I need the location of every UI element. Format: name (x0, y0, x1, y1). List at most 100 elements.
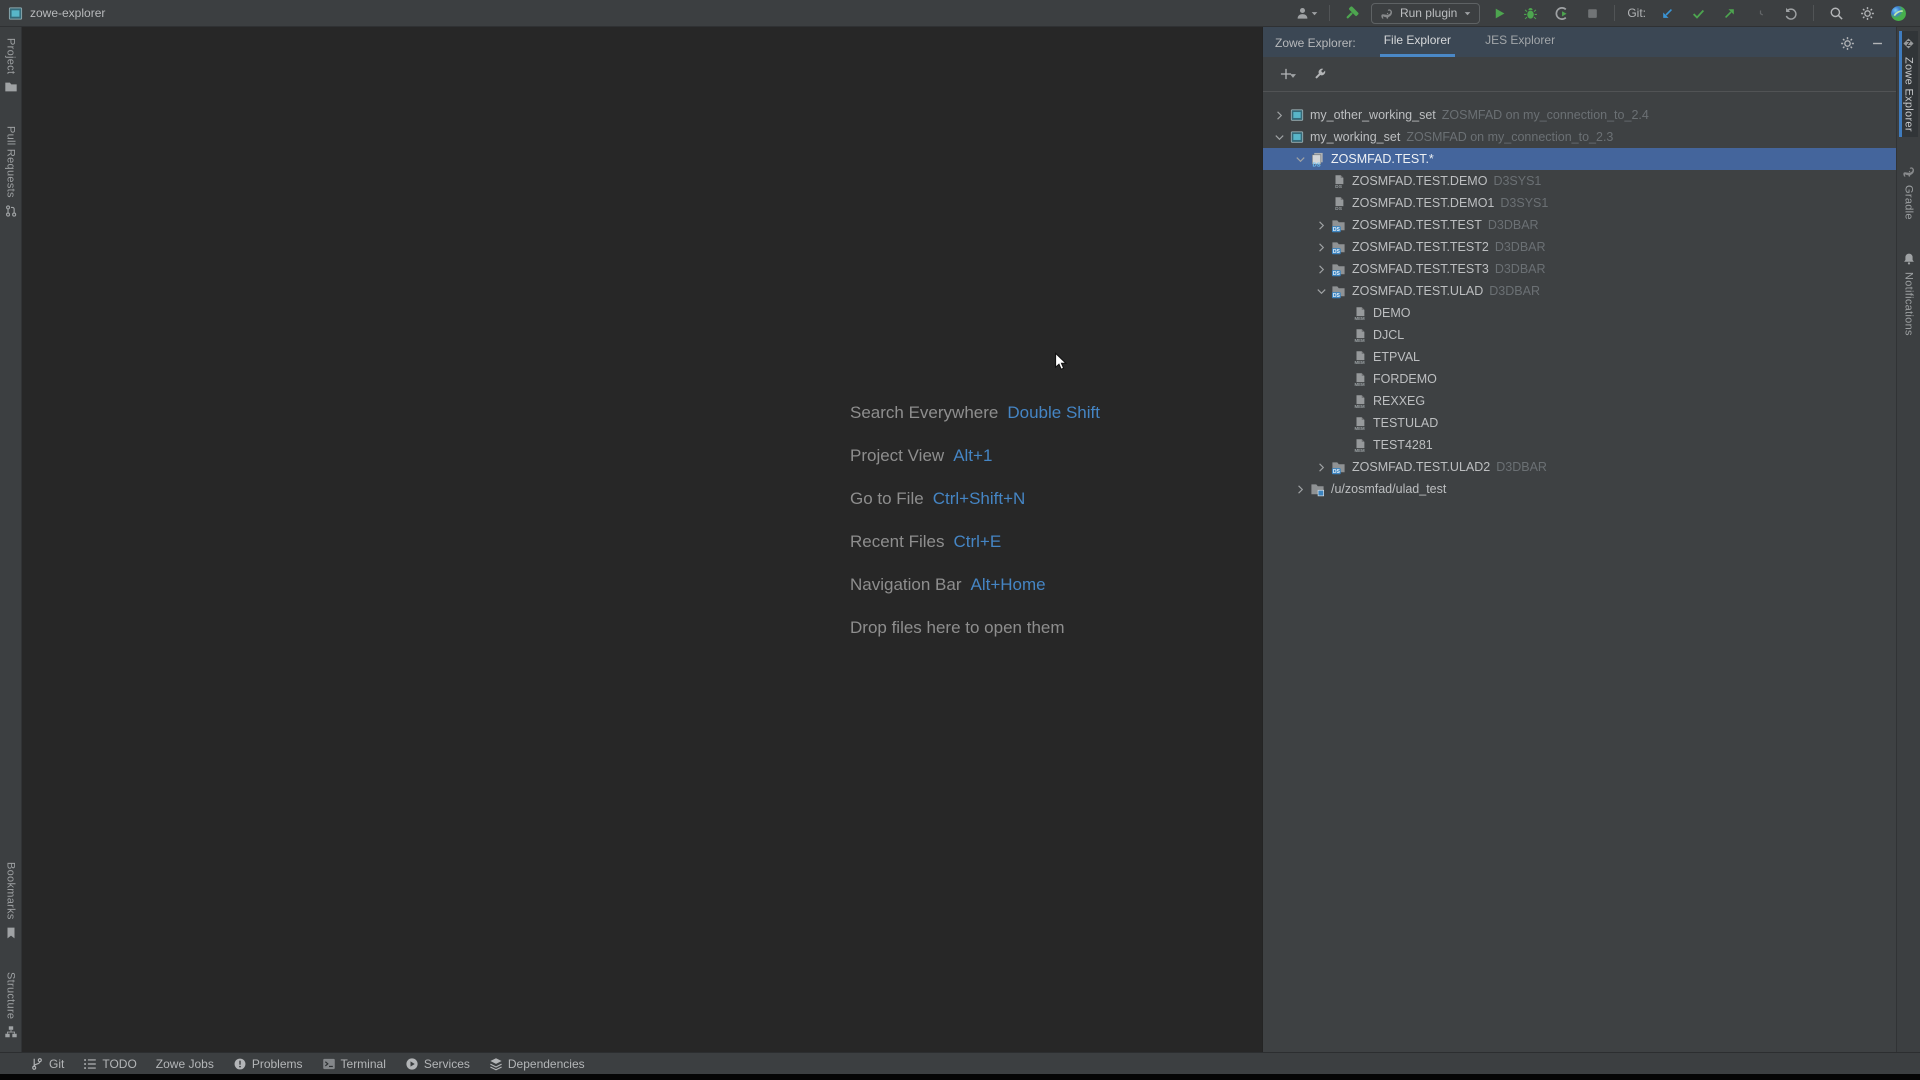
mouse-cursor (1052, 352, 1070, 375)
tree-row-etpval[interactable]: MEMETPVAL (1263, 346, 1896, 368)
member-icon: MEM (1351, 394, 1368, 409)
tree-row-zosmfad-test-demo1[interactable]: DSZOSMFAD.TEST.DEMO1D3SYS1 (1263, 192, 1896, 214)
shortcut-hint-line: Drop files here to open them (850, 606, 1100, 649)
tree-row-zosmfad-test-ulad2[interactable]: DSZOSMFAD.TEST.ULAD2D3DBAR (1263, 456, 1896, 478)
tree-row-test4281[interactable]: MEMTEST4281 (1263, 434, 1896, 456)
chevron-down-icon[interactable] (1313, 286, 1330, 297)
history-button[interactable] (1748, 2, 1772, 24)
node-label: ZOSMFAD.TEST.TEST (1352, 218, 1482, 232)
node-label: ZOSMFAD.TEST.DEMO1 (1352, 196, 1494, 210)
tree-row-zosmfad-test-test2[interactable]: DSZOSMFAD.TEST.TEST2D3DBAR (1263, 236, 1896, 258)
statusbar-item-services[interactable]: Services (405, 1057, 470, 1071)
tree-row-my-working-set[interactable]: my_working_setZOSMFAD on my_connection_t… (1263, 126, 1896, 148)
debug-button[interactable] (1518, 2, 1542, 24)
chevron-right-icon[interactable] (1313, 220, 1330, 231)
commit-button[interactable] (1686, 2, 1710, 24)
stripe-item-bookmarks[interactable]: Bookmarks (2, 857, 20, 945)
run-button[interactable] (1487, 2, 1511, 24)
tree-row-zosmfad-test-[interactable]: DSZOSMFAD.TEST.* (1263, 148, 1896, 170)
statusbar-item-zowe-jobs[interactable]: Zowe Jobs (156, 1057, 214, 1071)
ps-dataset-icon: DS (1330, 174, 1347, 189)
gradle-icon (1379, 6, 1394, 21)
run-configuration-combo[interactable]: Run plugin (1371, 3, 1480, 24)
chevron-down-icon[interactable] (1271, 132, 1288, 143)
add-working-set-button[interactable] (1275, 63, 1297, 85)
shortcut-keys: Double Shift (1007, 403, 1100, 423)
right-tool-stripe: ZZowe Explorer Gradle Notifications (1896, 27, 1920, 1052)
svg-text:MEM: MEM (1354, 448, 1365, 453)
svg-text:DS: DS (1333, 270, 1341, 276)
update-project-button[interactable] (1655, 2, 1679, 24)
tree-row-my-other-working-set[interactable]: my_other_working_setZOSMFAD on my_connec… (1263, 104, 1896, 126)
tree-row-zosmfad-test-ulad[interactable]: DSZOSMFAD.TEST.ULADD3DBAR (1263, 280, 1896, 302)
user-menu-button[interactable] (1295, 2, 1319, 24)
tree-row-zosmfad-test-demo[interactable]: DSZOSMFAD.TEST.DEMOD3SYS1 (1263, 170, 1896, 192)
uss-dir-icon (1309, 482, 1326, 497)
shortcut-hint-line: Go to FileCtrl+Shift+N (850, 477, 1100, 520)
node-label: TESTULAD (1373, 416, 1438, 430)
stripe-item-pull-requests[interactable]: Pull Requests (2, 121, 20, 223)
tree-row-fordemo[interactable]: MEMFORDEMO (1263, 368, 1896, 390)
stripe-item-structure[interactable]: Structure (2, 967, 20, 1044)
stripe-item-zowe-explorer[interactable]: ZZowe Explorer (1899, 31, 1918, 137)
svg-text:MEM: MEM (1354, 404, 1365, 409)
stripe-item-label: Structure (5, 972, 17, 1019)
tab-file-explorer[interactable]: File Explorer (1380, 33, 1455, 57)
chevron-down-icon[interactable] (1292, 154, 1309, 165)
zowe-explorer-panel: Zowe Explorer: File ExplorerJES Explorer… (1262, 27, 1896, 1052)
chevron-right-icon[interactable] (1292, 484, 1309, 495)
statusbar-item-label: Terminal (341, 1057, 386, 1071)
tree-row-djcl[interactable]: MEMDJCL (1263, 324, 1896, 346)
shortcut-action: Drop files here to open them (850, 618, 1065, 638)
statusbar-item-todo[interactable]: TODO (83, 1057, 136, 1071)
search-everywhere-button[interactable] (1824, 2, 1848, 24)
tree-row--u-zosmfad-ulad-test[interactable]: /u/zosmfad/ulad_test (1263, 478, 1896, 500)
node-meta: ZOSMFAD on my_connection_to_2.3 (1406, 130, 1613, 144)
panel-hide-button[interactable] (1871, 37, 1884, 50)
stop-button[interactable] (1580, 2, 1604, 24)
pds-folder-icon: DS (1330, 284, 1347, 299)
ps-dataset-icon: DS (1330, 196, 1347, 211)
history-icon (1753, 6, 1768, 21)
pds-folder-icon: DS (1330, 460, 1347, 475)
tree-row-zosmfad-test-test3[interactable]: DSZOSMFAD.TEST.TEST3D3DBAR (1263, 258, 1896, 280)
statusbar-item-git[interactable]: Git (30, 1057, 64, 1071)
build-button[interactable] (1340, 2, 1364, 24)
statusbar-item-label: Dependencies (508, 1057, 585, 1071)
statusbar-item-problems[interactable]: Problems (233, 1057, 303, 1071)
problems-icon (233, 1057, 247, 1071)
chevron-right-icon[interactable] (1313, 462, 1330, 473)
tree-row-testulad[interactable]: MEMTESTULAD (1263, 412, 1896, 434)
stripe-item-project[interactable]: Project (2, 33, 20, 99)
node-label: /u/zosmfad/ulad_test (1331, 482, 1446, 496)
push-button[interactable] (1717, 2, 1741, 24)
edit-working-set-button[interactable] (1309, 63, 1331, 85)
ide-avatar-button[interactable] (1886, 2, 1910, 24)
chevron-right-icon[interactable] (1271, 110, 1288, 121)
statusbar-item-label: Problems (252, 1057, 303, 1071)
tree-row-rexxeg[interactable]: MEMREXXEG (1263, 390, 1896, 412)
shortcut-hint-line: Recent FilesCtrl+E (850, 520, 1100, 563)
stripe-item-notifications[interactable]: Notifications (1900, 247, 1918, 341)
run-with-profiler-button[interactable] (1549, 2, 1573, 24)
tree-row-demo[interactable]: MEMDEMO (1263, 302, 1896, 324)
rollback-button[interactable] (1779, 2, 1803, 24)
editor-empty-area[interactable]: Search EverywhereDouble ShiftProject Vie… (22, 27, 1262, 1052)
node-meta: D3SYS1 (1493, 174, 1541, 188)
chevron-right-icon[interactable] (1313, 264, 1330, 275)
terminal-icon (322, 1057, 336, 1071)
svg-text:DS: DS (1333, 226, 1341, 232)
panel-settings-button[interactable] (1840, 36, 1855, 51)
tree-row-zosmfad-test-test[interactable]: DSZOSMFAD.TEST.TESTD3DBAR (1263, 214, 1896, 236)
stripe-item-gradle[interactable]: Gradle (1899, 159, 1918, 225)
member-icon: MEM (1351, 438, 1368, 453)
statusbar-item-dependencies[interactable]: Dependencies (489, 1057, 585, 1071)
wrench-icon (1313, 67, 1327, 81)
member-icon: MEM (1351, 350, 1368, 365)
tab-jes-explorer[interactable]: JES Explorer (1481, 33, 1559, 57)
node-label: ZOSMFAD.TEST.TEST3 (1352, 262, 1489, 276)
chevron-right-icon[interactable] (1313, 242, 1330, 253)
settings-button[interactable] (1855, 2, 1879, 24)
stop-icon (1585, 6, 1600, 21)
statusbar-item-terminal[interactable]: Terminal (322, 1057, 386, 1071)
